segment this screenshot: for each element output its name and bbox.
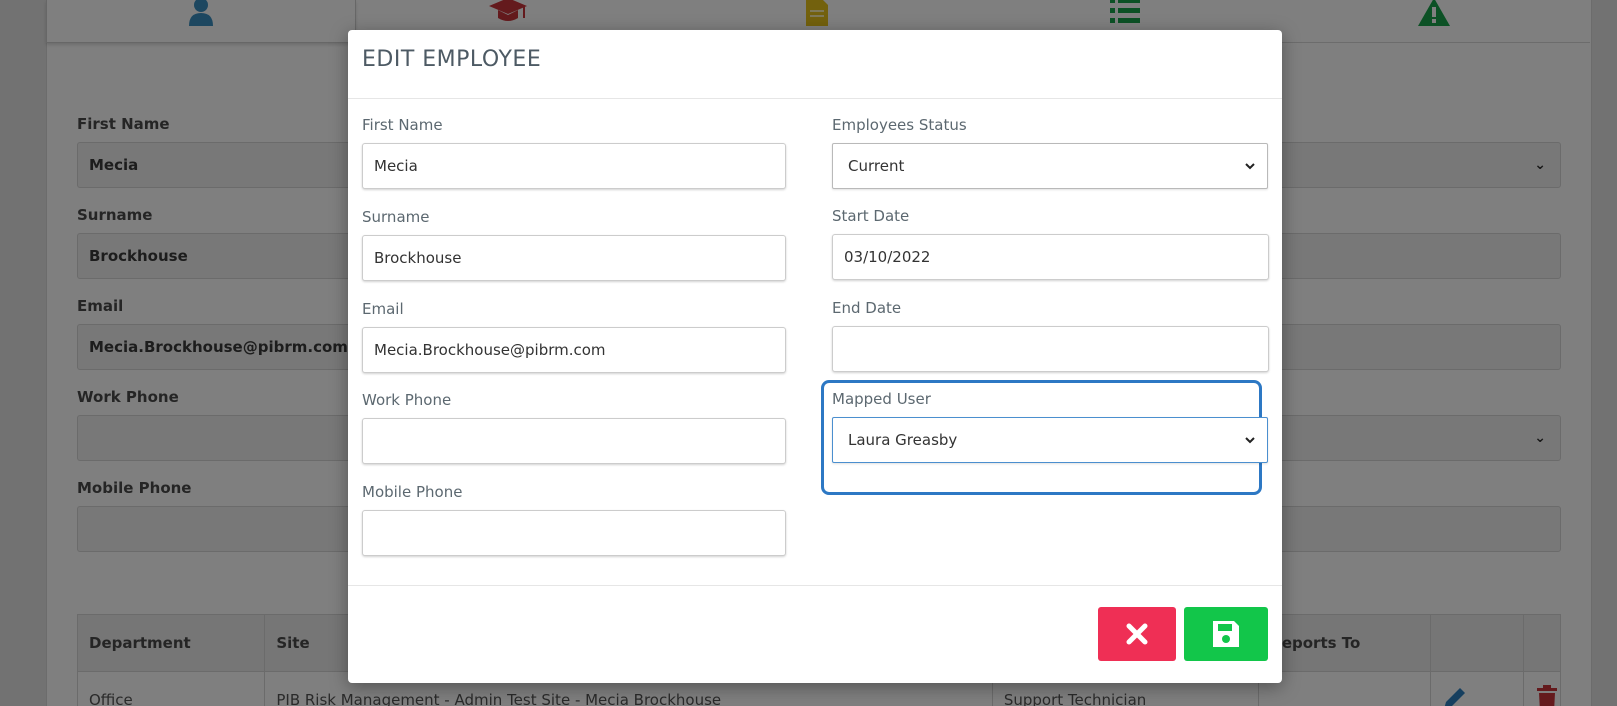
end-date-input[interactable] (832, 326, 1269, 372)
first-name-label: First Name (362, 116, 443, 134)
mapped-user-label: Mapped User (832, 390, 931, 408)
mobile-phone-label: Mobile Phone (362, 483, 463, 501)
modal-header: EDIT EMPLOYEE (348, 30, 1282, 99)
mobile-phone-input[interactable] (362, 510, 786, 556)
chevron-down-icon (1245, 437, 1255, 444)
employee-status-label: Employees Status (832, 116, 967, 134)
work-phone-input[interactable] (362, 418, 786, 464)
work-phone-label: Work Phone (362, 391, 452, 409)
save-button[interactable] (1184, 607, 1268, 661)
start-date-value: 03/10/2022 (844, 248, 931, 266)
first-name-input[interactable]: Mecia (362, 143, 786, 189)
mapped-user-select[interactable]: Laura Greasby (832, 417, 1268, 463)
email-label: Email (362, 300, 404, 318)
mapped-user-value: Laura Greasby (848, 431, 958, 449)
chevron-down-icon (1245, 163, 1255, 170)
start-date-label: Start Date (832, 207, 910, 225)
surname-input[interactable]: Brockhouse (362, 235, 786, 281)
edit-employee-modal: EDIT EMPLOYEE First Name Mecia Surname B… (348, 30, 1282, 683)
modal-title: EDIT EMPLOYEE (362, 47, 542, 72)
surname-label: Surname (362, 208, 430, 226)
save-icon (1213, 621, 1239, 647)
start-date-input[interactable]: 03/10/2022 (832, 234, 1269, 280)
employee-status-value: Current (848, 157, 905, 175)
close-icon (1126, 623, 1148, 645)
modal-footer-divider (348, 585, 1282, 586)
end-date-label: End Date (832, 299, 902, 317)
email-value: Mecia.Brockhouse@pibrm.com (374, 341, 606, 359)
employee-status-select[interactable]: Current (832, 143, 1268, 189)
email-input[interactable]: Mecia.Brockhouse@pibrm.com (362, 327, 786, 373)
first-name-value: Mecia (374, 157, 418, 175)
surname-value: Brockhouse (374, 249, 462, 267)
cancel-button[interactable] (1098, 607, 1176, 661)
